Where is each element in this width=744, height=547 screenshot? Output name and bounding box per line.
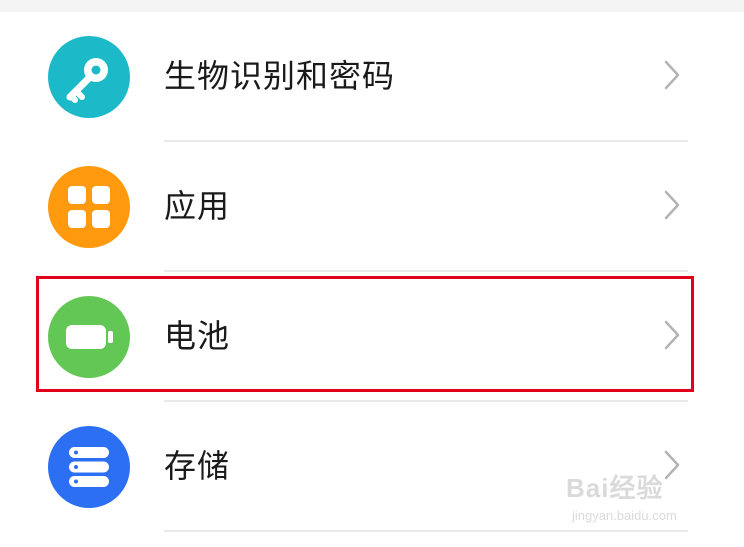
settings-item-label: 生物识别和密码 [164, 57, 396, 95]
watermark-logo-text: Bai经验 [566, 473, 664, 503]
top-strip [0, 0, 744, 12]
watermark: Bai经验 jingyan.baidu.com [566, 468, 716, 532]
highlight-box [36, 276, 694, 392]
watermark-url: jingyan.baidu.com [572, 508, 677, 523]
settings-item-biometrics-password[interactable]: 生物识别和密码 [0, 12, 744, 142]
chevron-right-icon [664, 190, 680, 220]
storage-icon [48, 426, 130, 508]
key-icon [48, 36, 130, 118]
settings-item-label: 应用 [164, 187, 231, 225]
grid-apps-icon [48, 166, 130, 248]
settings-item-apps[interactable]: 应用 [0, 142, 744, 272]
chevron-right-icon [664, 60, 680, 90]
settings-page: 生物识别和密码 应用 电池 存储 Bai经验 jingyan.baidu.com [0, 0, 744, 547]
settings-item-label: 存储 [164, 447, 231, 485]
